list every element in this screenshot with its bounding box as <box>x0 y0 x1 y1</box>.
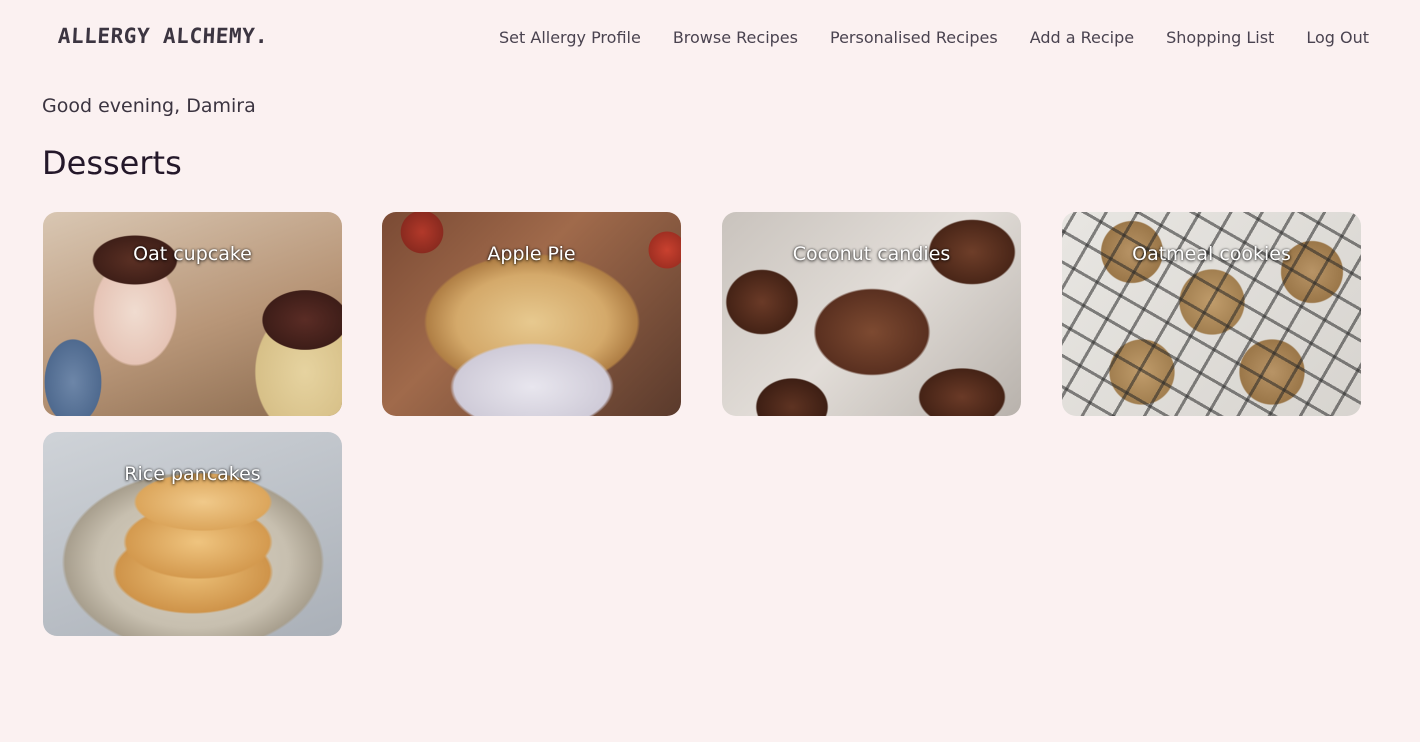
nav-log-out[interactable]: Log Out <box>1306 28 1369 47</box>
nav-personalised-recipes[interactable]: Personalised Recipes <box>830 28 998 47</box>
recipe-title: Apple Pie <box>487 243 576 265</box>
recipe-title: Oat cupcake <box>133 243 252 265</box>
nav-browse-recipes[interactable]: Browse Recipes <box>673 28 798 47</box>
recipe-card-rice-pancakes[interactable]: Rice pancakes <box>43 432 342 636</box>
nav-set-allergy-profile[interactable]: Set Allergy Profile <box>499 28 641 47</box>
recipe-card-oatmeal-cookies[interactable]: Oatmeal cookies <box>1062 212 1361 416</box>
recipe-card-coconut-candies[interactable]: Coconut candies <box>722 212 1021 416</box>
section-title: Desserts <box>42 144 182 182</box>
brand-logo[interactable]: ALLERGY ALCHEMY. <box>57 24 269 48</box>
recipe-title: Coconut candies <box>792 243 951 265</box>
nav-shopping-list[interactable]: Shopping List <box>1166 28 1274 47</box>
recipe-card-oat-cupcake[interactable]: Oat cupcake <box>43 212 342 416</box>
nav-add-recipe[interactable]: Add a Recipe <box>1030 28 1134 47</box>
greeting-text: Good evening, Damira <box>42 95 256 117</box>
recipe-title: Oatmeal cookies <box>1132 243 1291 265</box>
main-nav: Set Allergy Profile Browse Recipes Perso… <box>499 28 1369 47</box>
recipe-title: Rice pancakes <box>124 463 261 485</box>
top-navigation-bar: ALLERGY ALCHEMY. Set Allergy Profile Bro… <box>0 0 1420 80</box>
recipe-card-apple-pie[interactable]: Apple Pie <box>382 212 681 416</box>
